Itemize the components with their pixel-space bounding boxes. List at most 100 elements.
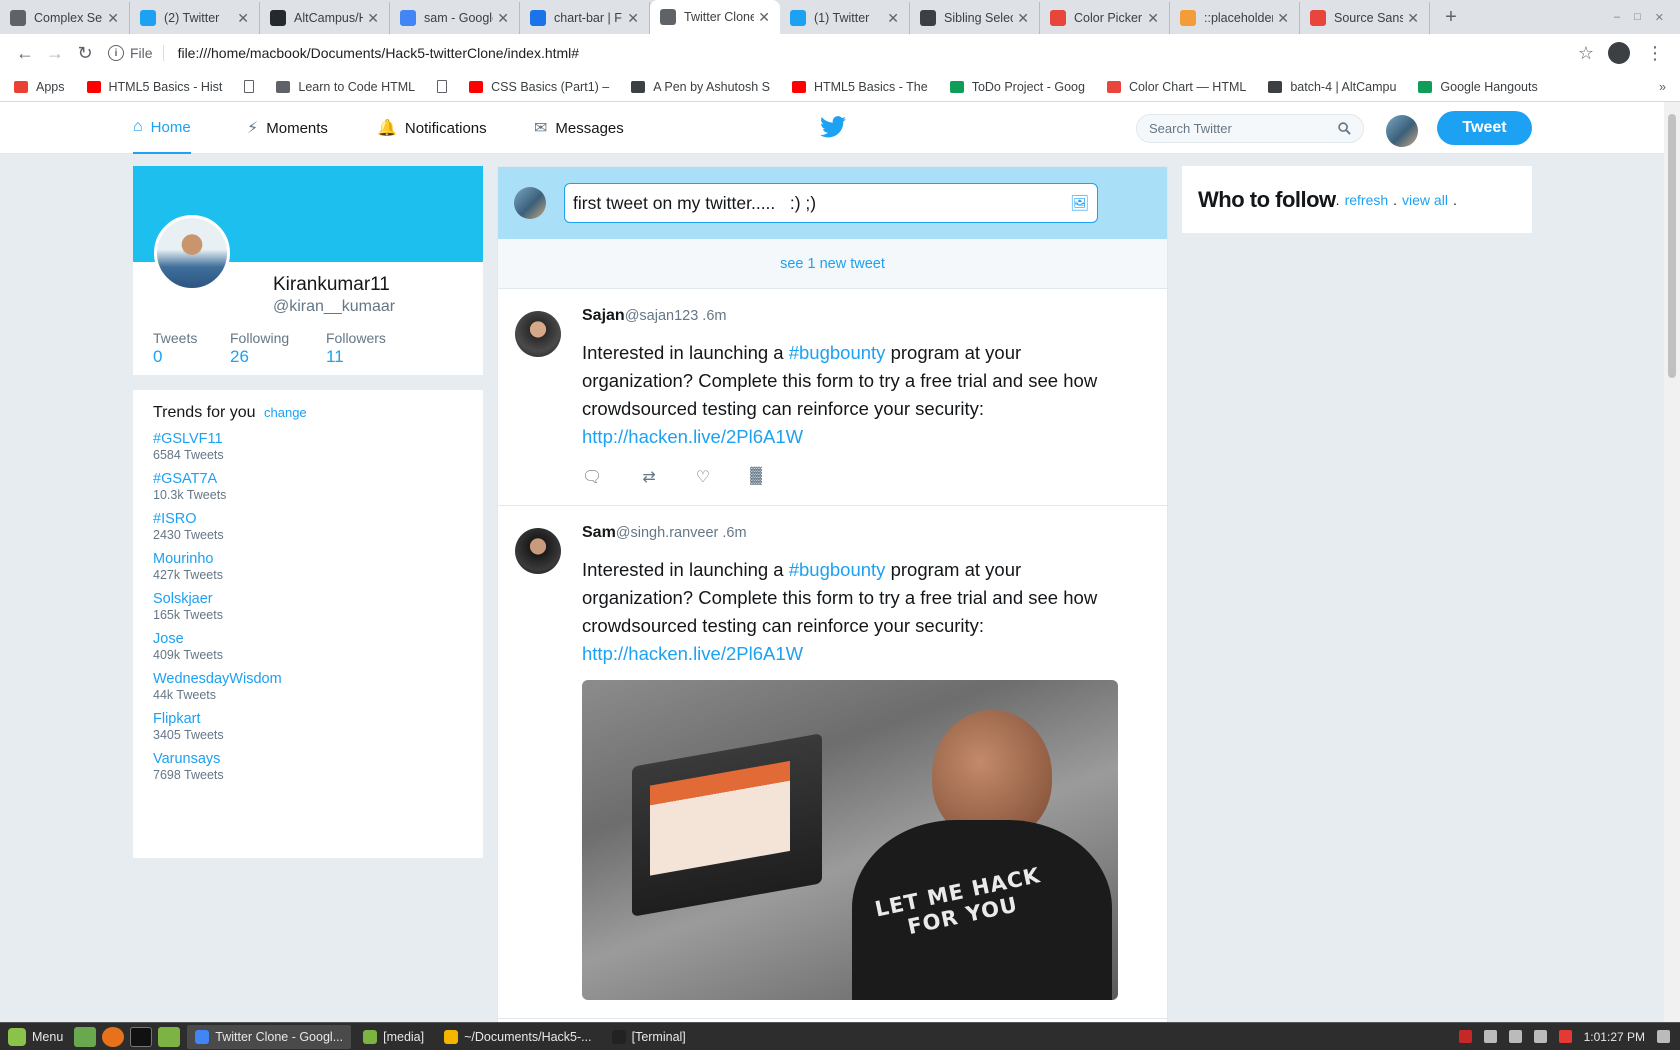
search-input[interactable]: Search Twitter [1136,114,1364,143]
bookmark-youtube[interactable]: HTML5 Basics - Hist [86,80,222,94]
browser-tab[interactable]: chart-bar | F ✕ [520,2,650,34]
trend-tag[interactable]: Solskjaer [153,591,463,607]
close-icon[interactable]: ✕ [758,9,770,26]
page-scrollbar[interactable] [1664,102,1680,1022]
forward-button[interactable]: → [40,38,70,68]
tweet-avatar[interactable] [515,311,561,357]
bookmark-codepen[interactable]: A Pen by Ashutosh S [631,80,770,94]
new-tab-icon[interactable]: + [1436,6,1466,29]
address-url[interactable]: file:///home/macbook/Documents/Hack5-twi… [178,45,580,61]
trend-tag[interactable]: Jose [153,631,463,647]
trend-tag[interactable]: #ISRO [153,511,463,527]
taskbar-task[interactable]: [Terminal] [604,1025,694,1049]
profile-handle[interactable]: @kiran__kumaar [273,298,395,316]
trend-item[interactable]: Solskjaer 165k Tweets [153,591,463,622]
search-icon[interactable] [1338,122,1351,135]
wifi-icon[interactable] [1533,1030,1547,1043]
close-icon[interactable]: ✕ [1017,10,1029,27]
tweet-button[interactable]: Tweet [1437,111,1532,145]
terminal-icon[interactable] [130,1026,153,1047]
close-icon[interactable]: ✕ [237,10,249,27]
nav-avatar[interactable] [1386,115,1418,147]
tweet-compose-text[interactable]: first tweet on my twitter..... :) ;) [573,193,1070,214]
close-icon[interactable]: ✕ [107,10,119,27]
volume-icon[interactable] [1657,1030,1670,1043]
trend-tag[interactable]: Mourinho [153,551,463,567]
refresh-link[interactable]: refresh [1345,192,1389,208]
trend-item[interactable]: Varunsays 7698 Tweets [153,751,463,782]
close-window-icon[interactable]: ✕ [1655,11,1664,24]
bookmark-drive[interactable]: ToDo Project - Goog [949,80,1085,94]
like-icon[interactable]: ♡ [696,467,710,487]
shield-icon[interactable] [1458,1030,1472,1043]
browser-tab[interactable]: Color Picker ✕ [1040,2,1170,34]
tweet-hashtag[interactable]: #bugbounty [789,342,886,363]
tweet-media-image[interactable]: LET ME HACK FOR YOU [582,680,1118,1000]
browser-tab[interactable]: Complex Sele ✕ [0,2,130,34]
clock[interactable]: 1:01:27 PM [1584,1030,1645,1044]
user-icon[interactable] [1508,1030,1522,1043]
maximize-icon[interactable]: □ [1634,11,1641,24]
bluetooth-icon[interactable] [1483,1030,1497,1043]
close-icon[interactable]: ✕ [627,10,639,27]
close-icon[interactable]: ✕ [367,10,379,27]
browser-tab[interactable]: Sibling Select ✕ [910,2,1040,34]
browser-tab[interactable]: (1) Twitter ✕ [780,2,910,34]
trend-tag[interactable]: Flipkart [153,711,463,727]
browser-menu-icon[interactable]: ⋮ [1646,43,1664,64]
bookmark-doc[interactable] [244,80,262,93]
close-icon[interactable]: ✕ [1407,10,1419,27]
stat-tweets[interactable]: Tweets 0 [153,330,197,367]
bookmark-hash[interactable]: batch-4 | AltCampu [1268,80,1396,94]
retweet-icon[interactable]: ⇄ [642,467,655,487]
twitter-bird-icon[interactable] [820,116,846,138]
bookmark-star-icon[interactable]: ☆ [1578,43,1594,64]
bookmark-youtube[interactable]: CSS Basics (Part1) – [469,80,609,94]
close-icon[interactable]: ✕ [1147,10,1159,27]
bookmark-apps[interactable]: Apps [14,80,65,94]
trend-item[interactable]: #ISRO 2430 Tweets [153,511,463,542]
bookmarks-overflow-icon[interactable]: » [1659,80,1666,94]
profile-avatar[interactable] [154,215,230,291]
tweet-author-handle[interactable]: @singh.ranveer [616,525,719,541]
taskbar-task[interactable]: ~/Documents/Hack5-... [436,1025,599,1049]
show-desktop-icon[interactable] [74,1026,97,1047]
bookmark-youtube[interactable]: HTML5 Basics - The [791,80,928,94]
start-menu-button[interactable]: Menu [0,1027,71,1046]
browser-tab[interactable]: sam - Google ✕ [390,2,520,34]
trend-item[interactable]: #GSLVF11 6584 Tweets [153,431,463,462]
tweet-author-name[interactable]: Sajan [582,307,625,324]
bookmark-doc[interactable] [437,80,455,93]
reload-button[interactable]: ↻ [70,38,100,68]
stat-following[interactable]: Following 26 [230,330,289,367]
tweet-link[interactable]: http://hacken.live/2Pl6A1W [582,643,803,664]
see-new-tweets-link[interactable]: see 1 new tweet [498,239,1167,289]
info-icon[interactable]: i [108,45,124,61]
nav-home[interactable]: ⌂ Home [133,102,191,154]
close-icon[interactable]: ✕ [497,10,509,27]
nav-moments[interactable]: ⚡ Moments [247,102,328,154]
scrollbar-thumb[interactable] [1668,114,1676,378]
taskbar-task[interactable]: Twitter Clone - Googl... [187,1024,352,1049]
trend-item[interactable]: #GSAT7A 10.3k Tweets [153,471,463,502]
analytics-icon[interactable]: ▓ [750,467,762,487]
trends-change-link[interactable]: change [264,405,307,420]
trend-item[interactable]: Jose 409k Tweets [153,631,463,662]
tweet-author-name[interactable]: Sam [582,524,616,541]
tweet-compose-input[interactable]: first tweet on my twitter..... :) ;) 🖼 [564,183,1098,223]
trend-tag[interactable]: Varunsays [153,751,463,767]
bookmark-code[interactable]: Learn to Code HTML [276,80,415,94]
trend-item[interactable]: WednesdayWisdom 44k Tweets [153,671,463,702]
nav-notifications[interactable]: 🔔 Notifications [377,102,487,154]
trend-tag[interactable]: #GSLVF11 [153,431,463,447]
trend-tag[interactable]: WednesdayWisdom [153,671,463,687]
tweet-hashtag[interactable]: #bugbounty [789,559,886,580]
browser-tab[interactable]: AltCampus/H ✕ [260,2,390,34]
reply-icon[interactable]: 🗨 [582,467,602,487]
image-upload-icon[interactable]: 🖼 [1070,194,1089,212]
bookmark-opera[interactable]: Color Chart — HTML [1106,80,1246,94]
stat-followers[interactable]: Followers 11 [326,330,386,367]
bookmark-hangouts[interactable]: Google Hangouts [1418,80,1538,94]
address-bar[interactable]: i File file:///home/macbook/Documents/Ha… [108,38,1570,68]
trend-item[interactable]: Mourinho 427k Tweets [153,551,463,582]
